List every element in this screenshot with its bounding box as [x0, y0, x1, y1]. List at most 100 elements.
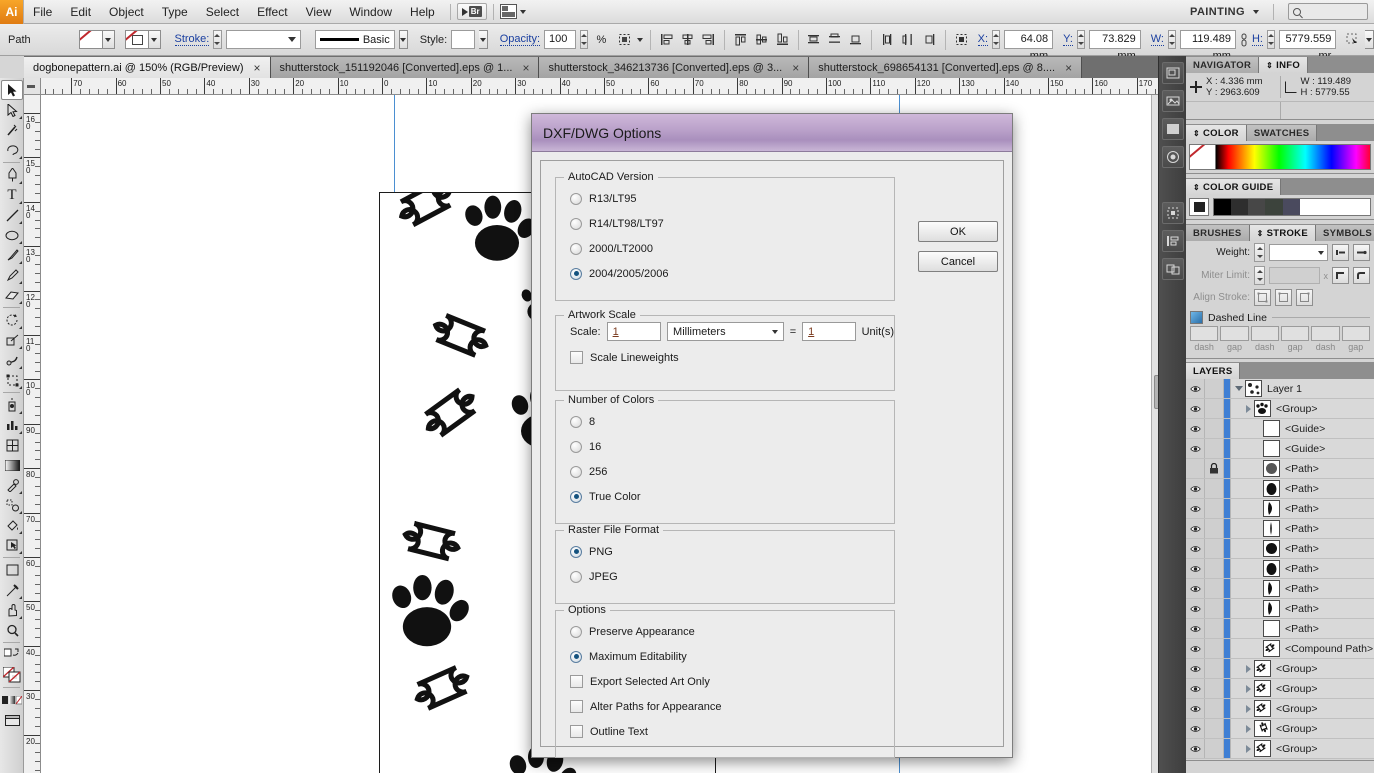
- distribute-right-button[interactable]: [921, 30, 938, 49]
- miter-limit-input[interactable]: [1269, 267, 1320, 284]
- disclosure-triangle-icon[interactable]: [1242, 405, 1254, 413]
- lock-toggle[interactable]: [1205, 619, 1224, 638]
- lock-toggle[interactable]: [1205, 679, 1224, 698]
- stroke-weight-combo[interactable]: [1269, 244, 1328, 261]
- stroke-dropdown-button[interactable]: [149, 30, 161, 49]
- lock-toggle[interactable]: [1205, 739, 1224, 758]
- panel-tab-brushes[interactable]: BRUSHES: [1186, 225, 1250, 241]
- scale-value-input[interactable]: 1: [607, 322, 661, 341]
- layer-row[interactable]: <Guide>: [1186, 439, 1374, 459]
- layer-row-body[interactable]: <Path>: [1231, 460, 1374, 477]
- panel-tab-color[interactable]: ⇕ COLOR: [1186, 125, 1247, 141]
- column-graph-tool[interactable]: [1, 415, 23, 435]
- workspace-chevron-down-icon[interactable]: [1253, 10, 1259, 14]
- height-label[interactable]: H:: [1252, 33, 1263, 46]
- lock-toggle[interactable]: [1205, 719, 1224, 738]
- layer-selection-indicator[interactable]: [1224, 679, 1231, 698]
- panel-tab-swatches[interactable]: SWATCHES: [1247, 125, 1318, 141]
- selection-tool[interactable]: [1, 80, 23, 100]
- visibility-eye-icon[interactable]: [1186, 719, 1205, 738]
- lock-toggle[interactable]: [1205, 659, 1224, 678]
- layer-row[interactable]: <Path>: [1186, 619, 1374, 639]
- layer-selection-indicator[interactable]: [1224, 719, 1231, 738]
- gap-input-2[interactable]: [1281, 326, 1309, 341]
- gap-input-1[interactable]: [1220, 326, 1248, 341]
- close-icon[interactable]: ×: [792, 62, 799, 74]
- layers-list[interactable]: Layer 1<Group><Guide><Guide><Path><Path>…: [1186, 379, 1374, 761]
- fill-dropdown-button[interactable]: [103, 30, 115, 49]
- layer-row[interactable]: <Path>: [1186, 519, 1374, 539]
- stroke-weight-label[interactable]: Stroke:: [175, 33, 210, 46]
- layer-row-body[interactable]: <Path>: [1231, 580, 1374, 597]
- none-color-swatch[interactable]: [1190, 145, 1216, 169]
- color-guide-swatch[interactable]: [1300, 199, 1370, 215]
- layer-selection-indicator[interactable]: [1224, 739, 1231, 758]
- layer-row-body[interactable]: <Group>: [1231, 660, 1374, 677]
- radio-r13-lt95[interactable]: [570, 193, 582, 205]
- line-segment-tool[interactable]: [1, 205, 23, 225]
- layer-row[interactable]: <Group>: [1186, 719, 1374, 739]
- option-maximum-editability[interactable]: Maximum Editability: [556, 644, 894, 669]
- stroke-control[interactable]: [125, 30, 161, 49]
- layer-row[interactable]: <Group>: [1186, 659, 1374, 679]
- layer-row[interactable]: <Group>: [1186, 679, 1374, 699]
- visibility-eye-icon[interactable]: [1186, 479, 1205, 498]
- layer-row[interactable]: <Path>: [1186, 499, 1374, 519]
- option-jpeg[interactable]: JPEG: [556, 564, 894, 589]
- panel-tab-navigator[interactable]: NAVIGATOR: [1186, 57, 1259, 73]
- w-stepper[interactable]: [1168, 30, 1176, 49]
- menu-view[interactable]: View: [297, 0, 341, 24]
- blob-brush-eraser-tool[interactable]: [1, 285, 23, 305]
- slice-tool[interactable]: [1, 580, 23, 600]
- color-guide-swatch[interactable]: [1265, 199, 1282, 215]
- layer-row[interactable]: Layer 1: [1186, 379, 1374, 399]
- visibility-eye-icon[interactable]: [1186, 639, 1205, 658]
- layer-selection-indicator[interactable]: [1224, 379, 1231, 398]
- panel-tab-symbols[interactable]: SYMBOLS: [1316, 225, 1374, 241]
- layer-row[interactable]: <Path>: [1186, 579, 1374, 599]
- color-guide-swatch[interactable]: [1231, 199, 1248, 215]
- layer-row-body[interactable]: <Group>: [1231, 740, 1374, 757]
- scale-tool[interactable]: [1, 330, 23, 350]
- layer-row-body[interactable]: Layer 1: [1231, 380, 1374, 397]
- option-r14-lt98-lt97[interactable]: R14/LT98/LT97: [556, 211, 894, 236]
- option-scale-lineweights[interactable]: Scale Lineweights: [556, 345, 894, 370]
- y-position-label[interactable]: Y:: [1063, 33, 1073, 46]
- panel-tab-layers[interactable]: LAYERS: [1186, 363, 1240, 379]
- layer-selection-indicator[interactable]: [1224, 539, 1231, 558]
- go-to-bridge-button[interactable]: Br: [457, 3, 487, 20]
- option-2004-2005-2006[interactable]: 2004/2005/2006: [556, 261, 894, 286]
- visibility-eye-icon[interactable]: [1186, 599, 1205, 618]
- visibility-eye-icon[interactable]: [1186, 679, 1205, 698]
- color-guide-swatch[interactable]: [1283, 199, 1300, 215]
- appearance-dock-icon[interactable]: [1162, 146, 1184, 168]
- more-options-dropdown[interactable]: [1365, 30, 1374, 49]
- cancel-button[interactable]: Cancel: [918, 251, 998, 272]
- disclosure-triangle-icon[interactable]: [1242, 665, 1254, 673]
- layer-row-body[interactable]: <Path>: [1231, 620, 1374, 637]
- screen-mode-button[interactable]: [1, 710, 23, 730]
- opacity-stepper[interactable]: [580, 30, 588, 49]
- lock-icon[interactable]: [1205, 459, 1224, 478]
- more-options-button[interactable]: [1344, 30, 1361, 49]
- option-colors-256[interactable]: 256: [556, 459, 894, 484]
- horizontal-ruler[interactable]: 8070605040302010010203040506070809010011…: [24, 78, 1166, 95]
- radio-maximum-editability[interactable]: [570, 651, 582, 663]
- direct-selection-tool[interactable]: [1, 100, 23, 120]
- checkbox-alter-paths-for-appearance[interactable]: [570, 700, 583, 713]
- gradient-tool[interactable]: [1, 455, 23, 475]
- fill-stroke-swatches[interactable]: [1, 665, 23, 685]
- color-mode-buttons[interactable]: [1, 690, 23, 710]
- layer-selection-indicator[interactable]: [1224, 559, 1231, 578]
- layer-selection-indicator[interactable]: [1224, 499, 1231, 518]
- x-input[interactable]: 64.08 mm: [1004, 30, 1053, 49]
- brush-definition-select[interactable]: Basic: [315, 30, 394, 49]
- visibility-eye-icon[interactable]: [1186, 399, 1205, 418]
- lock-toggle[interactable]: [1205, 579, 1224, 598]
- layer-row-body[interactable]: <Group>: [1231, 680, 1374, 697]
- lasso-tool[interactable]: [1, 140, 23, 160]
- menu-effect[interactable]: Effect: [248, 0, 296, 24]
- option-colors-8[interactable]: 8: [556, 409, 894, 434]
- align-right-button[interactable]: [700, 30, 717, 49]
- document-tab-1[interactable]: shutterstock_151192046 [Converted].eps @…: [271, 57, 540, 78]
